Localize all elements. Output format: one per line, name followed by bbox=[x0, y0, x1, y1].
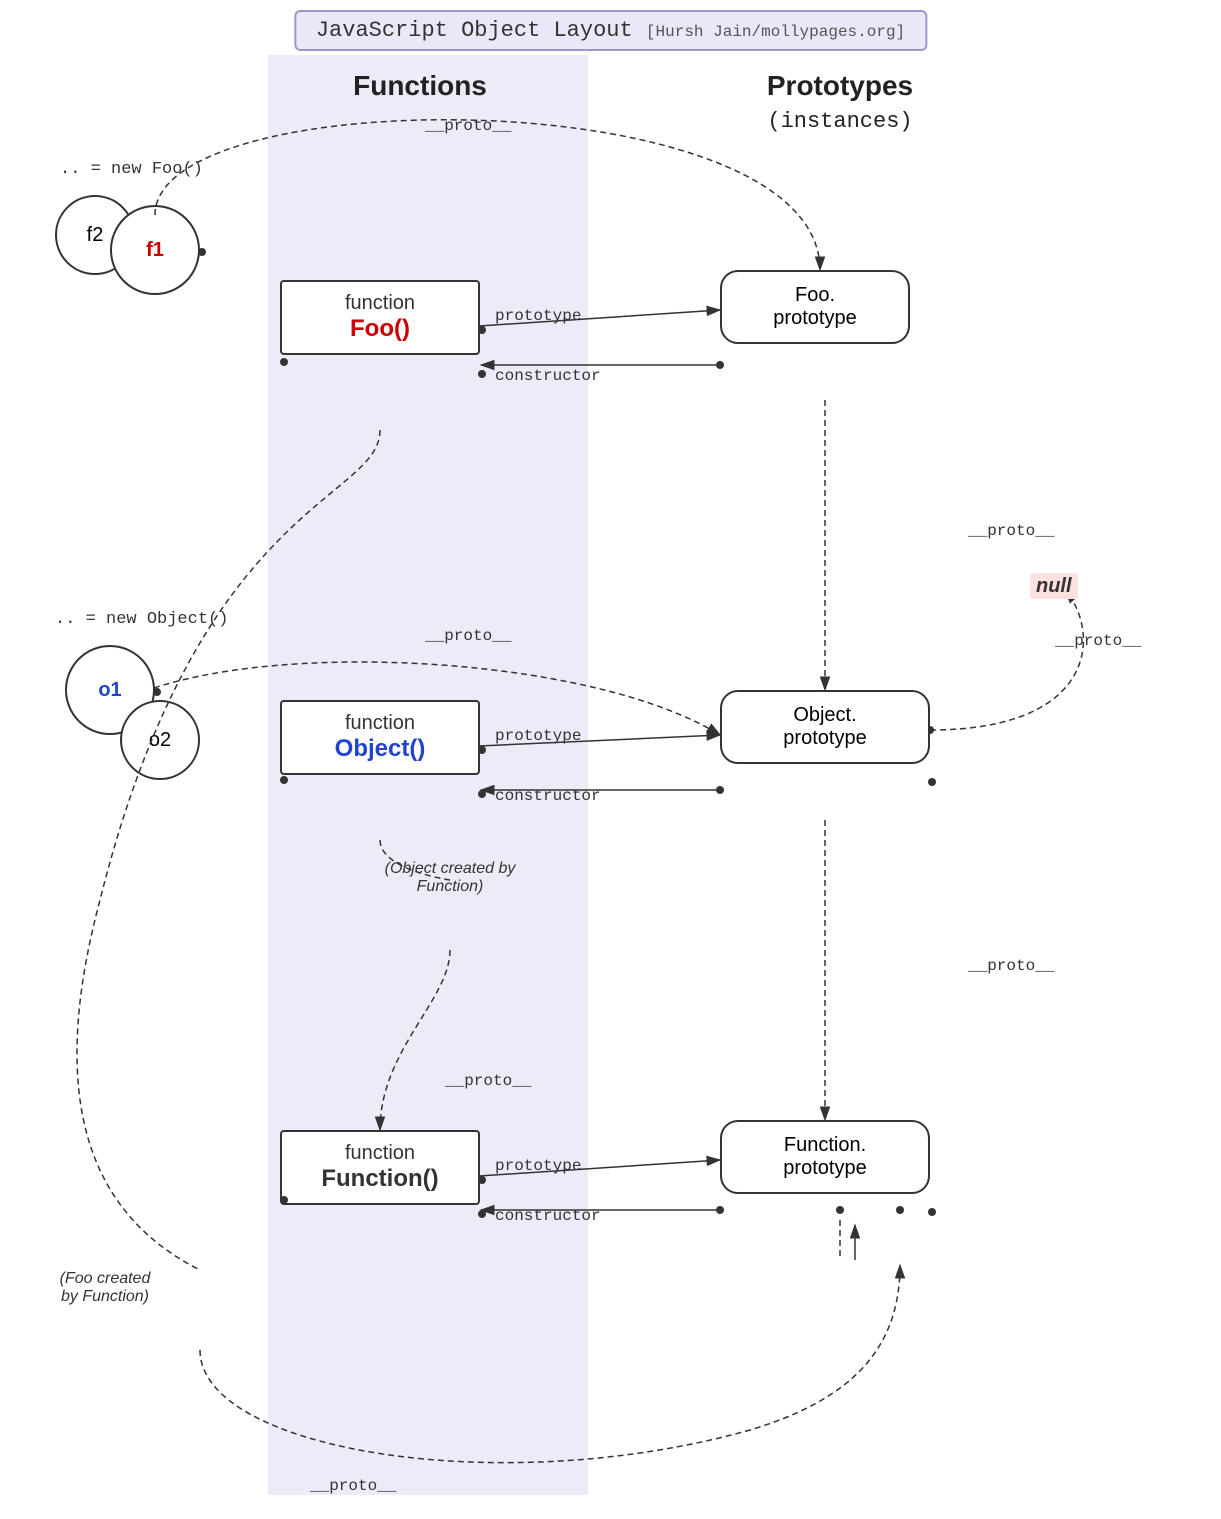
o1-dot bbox=[153, 688, 161, 696]
null-label: null bbox=[1030, 575, 1078, 598]
foo-name: Foo() bbox=[302, 315, 458, 343]
obj-created-label: (Object created byFunction) bbox=[350, 860, 550, 896]
fn-name: Function() bbox=[302, 1165, 458, 1193]
proto-box-foo: Foo.prototype bbox=[720, 270, 910, 344]
foo-keyword: function bbox=[302, 292, 458, 315]
obj-new-label: .. = new Object() bbox=[55, 610, 228, 629]
obj-keyword: function bbox=[302, 712, 458, 735]
obj-box-proto-dot bbox=[478, 746, 486, 754]
fn-keyword: function bbox=[302, 1142, 458, 1165]
foo-new-label: .. = new Foo() bbox=[60, 160, 203, 179]
fn-box-bottom-dot bbox=[280, 1196, 288, 1204]
obj-proto-ctor-dot bbox=[928, 778, 936, 786]
fn-box-proto-dot bbox=[478, 1176, 486, 1184]
title-bar: JavaScript Object Layout [Hursh Jain/mol… bbox=[294, 10, 927, 51]
fn-proto-ctor-dot bbox=[928, 1208, 936, 1216]
title-text: JavaScript Object Layout bbox=[316, 18, 633, 43]
foo-created-label: (Foo createdby Function) bbox=[20, 1270, 190, 1306]
foo-box-proto-dot bbox=[478, 326, 486, 334]
f1-circle: f1 bbox=[110, 205, 200, 295]
title-attribution: [Hursh Jain/mollypages.org] bbox=[646, 23, 905, 41]
col-functions-header: Functions bbox=[320, 70, 520, 102]
col-prototypes-header: Prototypes (instances) bbox=[700, 70, 980, 134]
f1-dot bbox=[198, 248, 206, 256]
main-container: { "title": { "text": "JavaScript Object … bbox=[0, 0, 1221, 1519]
blue-column bbox=[268, 55, 588, 1495]
foo-box-ctor-dot bbox=[478, 370, 486, 378]
foo-box-bottom-dot bbox=[280, 358, 288, 366]
svg-text:__proto__: __proto__ bbox=[967, 522, 1055, 540]
proto-box-object: Object.prototype bbox=[720, 690, 930, 764]
obj-name: Object() bbox=[302, 735, 458, 763]
func-box-foo: function Foo() bbox=[280, 280, 480, 355]
func-box-function: function Function() bbox=[280, 1130, 480, 1205]
svg-text:__proto__: __proto__ bbox=[1054, 632, 1142, 650]
obj-box-bottom-dot bbox=[280, 776, 288, 784]
o2-circle: o2 bbox=[120, 700, 200, 780]
obj-box-ctor-dot bbox=[478, 790, 486, 798]
proto-box-function: Function.prototype bbox=[720, 1120, 930, 1194]
func-box-object: function Object() bbox=[280, 700, 480, 775]
svg-text:__proto__: __proto__ bbox=[967, 957, 1055, 975]
fn-box-ctor-dot bbox=[478, 1210, 486, 1218]
